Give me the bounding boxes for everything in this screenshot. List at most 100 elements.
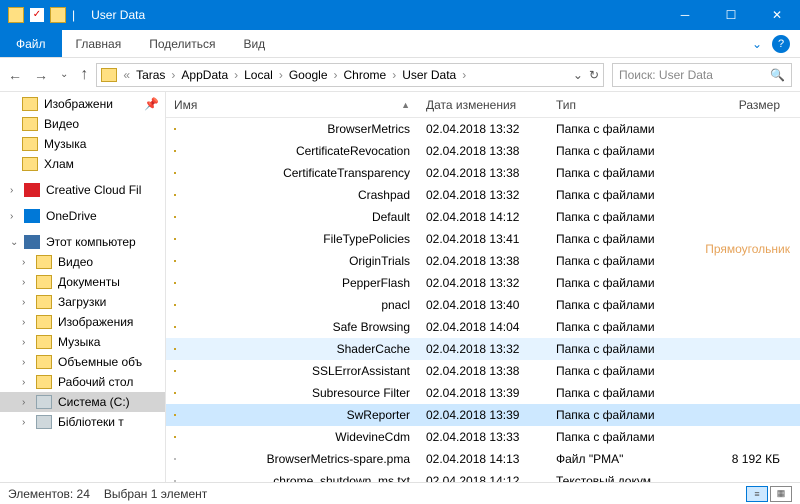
file-type: Папка с файлами xyxy=(548,232,688,246)
refresh-icon[interactable]: ↻ xyxy=(589,68,599,82)
file-date: 02.04.2018 13:38 xyxy=(418,166,548,180)
expand-ribbon-icon[interactable]: ⌄ xyxy=(752,37,762,51)
search-input[interactable]: Поиск: User Data 🔍 xyxy=(612,63,792,87)
back-button[interactable]: ← xyxy=(8,67,22,83)
search-icon[interactable]: 🔍 xyxy=(770,68,785,82)
sidebar-item-label: Хлам xyxy=(44,157,74,171)
file-date: 02.04.2018 13:38 xyxy=(418,254,548,268)
file-type: Папка с файлами xyxy=(548,276,688,290)
sidebar-item[interactable]: Хлам xyxy=(0,154,165,174)
file-row[interactable]: ShaderCache 02.04.2018 13:32 Папка с фай… xyxy=(166,338,800,360)
header-type[interactable]: Тип xyxy=(548,98,688,112)
sidebar-item-label: Объемные объ xyxy=(58,355,142,369)
sidebar-item[interactable]: ›Объемные объ xyxy=(0,352,165,372)
file-row[interactable]: CertificateTransparency 02.04.2018 13:38… xyxy=(166,162,800,184)
file-date: 02.04.2018 13:32 xyxy=(418,276,548,290)
file-type: Папка с файлами xyxy=(548,166,688,180)
file-type: Папка с файлами xyxy=(548,122,688,136)
view-icons-button[interactable]: ▦ xyxy=(770,486,792,502)
chevron-right-icon[interactable]: › xyxy=(462,68,466,82)
sidebar-this-pc[interactable]: ⌄ Этот компьютер xyxy=(0,232,165,252)
sidebar-item[interactable]: Видео xyxy=(0,114,165,134)
help-icon[interactable]: ? xyxy=(772,35,790,53)
recent-dropdown-icon[interactable]: ⌄ xyxy=(60,69,68,80)
sidebar-item[interactable]: ›Загрузки xyxy=(0,292,165,312)
qat-properties-icon[interactable]: ✓ xyxy=(30,8,44,22)
sidebar-item[interactable]: Изображени📌 xyxy=(0,94,165,114)
sidebar-onedrive[interactable]: › OneDrive xyxy=(0,206,165,226)
chevron-right-icon[interactable]: › xyxy=(392,68,396,82)
folder-icon xyxy=(174,392,176,394)
column-headers: Имя ▲ Дата изменения Тип Размер xyxy=(166,92,800,118)
file-row[interactable]: Default 02.04.2018 14:12 Папка с файлами xyxy=(166,206,800,228)
sidebar-item[interactable]: ›Документы xyxy=(0,272,165,292)
minimize-button[interactable]: ─ xyxy=(662,0,708,30)
sidebar-item[interactable]: ›Бібліотеки т xyxy=(0,412,165,432)
file-row[interactable]: WidevineCdm 02.04.2018 13:33 Папка с фай… xyxy=(166,426,800,448)
file-row[interactable]: chrome_shutdown_ms.txt 02.04.2018 14:12 … xyxy=(166,470,800,482)
file-row[interactable]: SSLErrorAssistant 02.04.2018 13:38 Папка… xyxy=(166,360,800,382)
header-name[interactable]: Имя ▲ xyxy=(166,98,418,112)
qat-divider: | xyxy=(72,8,75,22)
file-row[interactable]: SwReporter 02.04.2018 13:39 Папка с файл… xyxy=(166,404,800,426)
forward-button[interactable]: → xyxy=(34,67,48,83)
breadcrumb-item[interactable]: Local xyxy=(240,68,277,82)
sidebar-item[interactable]: Музыка xyxy=(0,134,165,154)
sidebar-creative-cloud[interactable]: › Creative Cloud Fil xyxy=(0,180,165,200)
chevron-left-icon[interactable]: « xyxy=(123,68,130,82)
sidebar-item[interactable]: ›Музыка xyxy=(0,332,165,352)
file-name: FileTypePolicies xyxy=(323,232,410,246)
breadcrumb-dropdown-icon[interactable]: ⌄ xyxy=(573,68,583,82)
sidebar-item[interactable]: ›Изображения xyxy=(0,312,165,332)
file-size: 8 192 КБ xyxy=(688,452,788,466)
folder-icon xyxy=(174,326,176,328)
file-type: Папка с файлами xyxy=(548,408,688,422)
breadcrumb-item[interactable]: User Data xyxy=(398,68,460,82)
sidebar-item-label: Изображени xyxy=(44,97,113,111)
header-date[interactable]: Дата изменения xyxy=(418,98,548,112)
maximize-button[interactable]: ☐ xyxy=(708,0,754,30)
file-type: Папка с файлами xyxy=(548,320,688,334)
tab-home[interactable]: Главная xyxy=(62,30,136,57)
folder-icon xyxy=(22,157,38,171)
tab-share[interactable]: Поделиться xyxy=(135,30,229,57)
up-button[interactable]: ↑ xyxy=(80,66,88,84)
file-row[interactable]: Subresource Filter 02.04.2018 13:39 Папк… xyxy=(166,382,800,404)
file-date: 02.04.2018 13:32 xyxy=(418,188,548,202)
file-row[interactable]: CertificateRevocation 02.04.2018 13:38 П… xyxy=(166,140,800,162)
sidebar-item[interactable]: ›Видео xyxy=(0,252,165,272)
file-list[interactable]: BrowserMetrics 02.04.2018 13:32 Папка с … xyxy=(166,118,800,482)
breadcrumb-item[interactable]: Taras xyxy=(132,68,169,82)
folder-icon xyxy=(174,436,176,438)
view-details-button[interactable]: ≡ xyxy=(746,486,768,502)
file-row[interactable]: BrowserMetrics 02.04.2018 13:32 Папка с … xyxy=(166,118,800,140)
file-type: Папка с файлами xyxy=(548,254,688,268)
sidebar-item-label: Этот компьютер xyxy=(46,235,136,249)
breadcrumb[interactable]: « Taras›AppData›Local›Google›Chrome›User… xyxy=(96,63,604,87)
file-row[interactable]: pnacl 02.04.2018 13:40 Папка с файлами xyxy=(166,294,800,316)
close-button[interactable]: ✕ xyxy=(754,0,800,30)
tab-view[interactable]: Вид xyxy=(229,30,279,57)
breadcrumb-item[interactable]: Google xyxy=(285,68,332,82)
chevron-right-icon[interactable]: › xyxy=(334,68,338,82)
sidebar-item[interactable]: ›Рабочий стол xyxy=(0,372,165,392)
chevron-right-icon[interactable]: › xyxy=(171,68,175,82)
file-row[interactable]: Crashpad 02.04.2018 13:32 Папка с файлам… xyxy=(166,184,800,206)
file-menu[interactable]: Файл xyxy=(0,30,62,57)
file-type: Папка с файлами xyxy=(548,342,688,356)
sidebar-item[interactable]: ›Система (C:) xyxy=(0,392,165,412)
qat-newfolder-icon[interactable] xyxy=(50,7,66,23)
chevron-right-icon[interactable]: › xyxy=(279,68,283,82)
chevron-right-icon[interactable]: › xyxy=(234,68,238,82)
file-row[interactable]: BrowserMetrics-spare.pma 02.04.2018 14:1… xyxy=(166,448,800,470)
nav-pane[interactable]: Изображени📌ВидеоМузыка Хлам › Creative Cl… xyxy=(0,92,166,482)
breadcrumb-item[interactable]: AppData xyxy=(177,68,232,82)
folder-icon xyxy=(174,194,176,196)
breadcrumb-item[interactable]: Chrome xyxy=(340,68,391,82)
address-bar: ← → ⌄ ↑ « Taras›AppData›Local›Google›Chr… xyxy=(0,58,800,92)
header-size[interactable]: Размер xyxy=(688,98,788,112)
file-date: 02.04.2018 13:33 xyxy=(418,430,548,444)
file-row[interactable]: PepperFlash 02.04.2018 13:32 Папка с фай… xyxy=(166,272,800,294)
file-row[interactable]: Safe Browsing 02.04.2018 14:04 Папка с ф… xyxy=(166,316,800,338)
file-pane: Имя ▲ Дата изменения Тип Размер BrowserM… xyxy=(166,92,800,482)
